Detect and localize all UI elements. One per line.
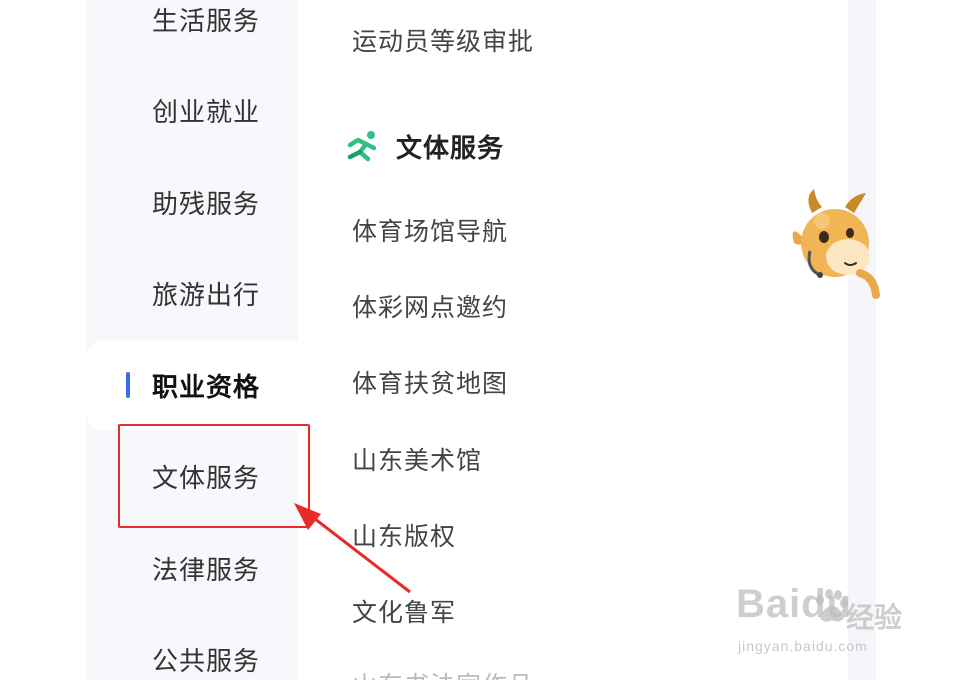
sidebar-item-disability-services[interactable]: 助残服务 [86, 157, 298, 247]
sidebar-item-label: 职业资格 [152, 372, 261, 403]
app-frame: 生活服务 创业就业 助残服务 旅游出行 职业资格 文体服务 法律服务 公共服务 … [86, 0, 876, 680]
sidebar-item-employment[interactable]: 创业就业 [86, 65, 298, 155]
annotation-highlight-box [118, 424, 310, 528]
service-link-culture-lu-army[interactable]: 文化鲁军 [352, 593, 456, 629]
service-list-panel: 运动员等级审批 文体服务 体育场馆导航 体彩网点邀约 体育扶贫地图 山东美术馆 … [298, 0, 848, 680]
running-person-icon [347, 131, 377, 162]
outer-margin-left [0, 0, 86, 680]
service-link-stadium-navigation[interactable]: 体育场馆导航 [352, 212, 508, 248]
service-link-partial[interactable]: 山东书法家作品 [352, 666, 534, 680]
service-link-lottery-outlet[interactable]: 体彩网点邀约 [352, 288, 508, 324]
sidebar-item-legal-services[interactable]: 法律服务 [86, 523, 298, 613]
sidebar-item-label: 旅游出行 [152, 280, 261, 311]
category-sidebar: 生活服务 创业就业 助残服务 旅游出行 职业资格 文体服务 法律服务 公共服务 [86, 0, 298, 680]
watermark-url-text: jingyan.baidu.com [738, 638, 868, 654]
active-indicator [126, 372, 130, 398]
section-header-culture-sports: 文体服务 [344, 126, 504, 166]
cow-mascot-icon[interactable] [790, 185, 880, 300]
service-link-sports-poverty-map[interactable]: 体育扶贫地图 [352, 364, 508, 400]
sidebar-item-label: 生活服务 [152, 6, 261, 37]
sidebar-item-public-services[interactable]: 公共服务 [86, 614, 298, 680]
outer-margin-right [876, 0, 960, 680]
sidebar-item-life-services[interactable]: 生活服务 [86, 0, 298, 64]
sidebar-item-label: 公共服务 [152, 646, 261, 677]
service-link-athlete-grade-approval[interactable]: 运动员等级审批 [352, 22, 534, 58]
sidebar-item-professional-qualification[interactable]: 职业资格 [86, 340, 298, 430]
service-link-shandong-art-museum[interactable]: 山东美术馆 [352, 441, 482, 477]
sidebar-item-label: 法律服务 [152, 555, 261, 586]
section-title: 文体服务 [396, 133, 505, 164]
baidu-jingyan-watermark: Baidu 经验 jingyan.baidu.com [736, 580, 926, 660]
service-link-shandong-copyright[interactable]: 山东版权 [352, 517, 456, 553]
sidebar-item-travel[interactable]: 旅游出行 [86, 248, 298, 338]
sidebar-item-label: 创业就业 [152, 97, 261, 128]
watermark-cn-text: 经验 [846, 601, 903, 634]
sidebar-item-label: 助残服务 [152, 189, 261, 220]
